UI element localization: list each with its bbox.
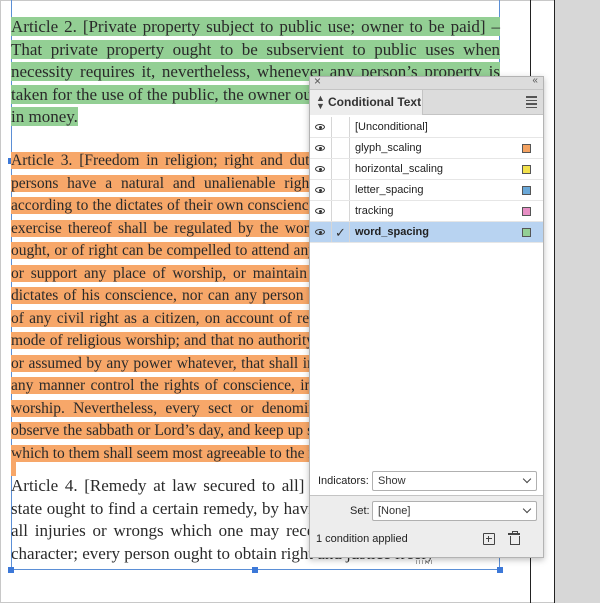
- condition-name: tracking: [355, 205, 394, 217]
- collapse-icon[interactable]: ‹‹: [532, 75, 538, 86]
- eye-icon: [315, 208, 325, 214]
- condition-row[interactable]: [Unconditional]: [310, 117, 543, 138]
- condition-list: [Unconditional] glyph_scaling horizontal_s…: [310, 115, 543, 496]
- panel-title-bar[interactable]: × ‹‹: [310, 74, 543, 90]
- trash-icon[interactable]: [508, 531, 520, 545]
- frame-handle-bottom-right[interactable]: [497, 567, 503, 573]
- eye-icon: [315, 229, 325, 235]
- applied-check-cell[interactable]: [332, 138, 350, 159]
- condition-name: word_spacing: [355, 226, 429, 238]
- condition-row[interactable]: glyph_scaling: [310, 138, 543, 159]
- condition-name: glyph_scaling: [355, 142, 422, 154]
- condition-color-swatch: [522, 144, 531, 153]
- conditional-text-panel: × ‹‹ ▲ ▼ Conditional Text [Unconditional]…: [309, 74, 544, 564]
- new-condition-icon[interactable]: [483, 533, 495, 545]
- tab-toggle-icon[interactable]: ▲ ▼: [316, 94, 325, 111]
- visibility-toggle[interactable]: [310, 138, 332, 159]
- condition-name: [Unconditional]: [355, 121, 428, 133]
- condition-row[interactable]: horizontal_scaling: [310, 159, 543, 180]
- indicators-dropdown[interactable]: Show: [372, 471, 537, 491]
- visibility-toggle[interactable]: [310, 180, 332, 201]
- checkmark-icon: ✓: [335, 225, 346, 240]
- condition-color-swatch: [522, 207, 531, 216]
- eye-icon: [315, 124, 325, 130]
- panel-title: Conditional Text: [328, 95, 422, 109]
- row-divider: [310, 242, 543, 243]
- resize-grip-icon[interactable]: [416, 551, 436, 564]
- eye-icon: [315, 187, 325, 193]
- condition-name: horizontal_scaling: [355, 163, 444, 175]
- visibility-toggle[interactable]: [310, 117, 332, 138]
- indicators-label: Indicators:: [318, 475, 369, 487]
- applied-check-cell[interactable]: [332, 180, 350, 201]
- indicators-value: Show: [378, 475, 406, 487]
- chevron-down-icon: [522, 474, 532, 484]
- condition-row[interactable]: letter_spacing: [310, 180, 543, 201]
- frame-handle-bottom-middle[interactable]: [252, 567, 258, 573]
- condition-row[interactable]: ✓ word_spacing: [310, 222, 543, 243]
- set-value: [None]: [378, 505, 411, 517]
- visibility-toggle[interactable]: [310, 222, 332, 243]
- set-label: Set:: [350, 505, 370, 517]
- applied-check-cell[interactable]: ✓: [332, 222, 350, 243]
- condition-name: letter_spacing: [355, 184, 424, 196]
- frame-handle-bottom-left[interactable]: [8, 567, 14, 573]
- condition-row[interactable]: tracking: [310, 201, 543, 222]
- panel-menu-icon[interactable]: [526, 96, 537, 110]
- paragraph-end-highlight: [11, 456, 16, 476]
- pasteboard-gutter: [554, 0, 600, 603]
- panel-tab-bar: ▲ ▼ Conditional Text: [310, 90, 543, 115]
- set-dropdown[interactable]: [None]: [372, 501, 537, 521]
- eye-icon: [315, 145, 325, 151]
- condition-color-swatch: [522, 186, 531, 195]
- visibility-toggle[interactable]: [310, 201, 332, 222]
- chevron-down-icon: [522, 504, 532, 514]
- condition-color-swatch: [522, 228, 531, 237]
- applied-check-cell[interactable]: [332, 201, 350, 222]
- visibility-toggle[interactable]: [310, 159, 332, 180]
- applied-check-cell[interactable]: [332, 159, 350, 180]
- close-icon[interactable]: ×: [314, 74, 321, 88]
- condition-color-swatch: [522, 165, 531, 174]
- tab-conditional-text[interactable]: ▲ ▼ Conditional Text: [310, 90, 423, 115]
- eye-icon: [315, 166, 325, 172]
- applied-check-cell[interactable]: [332, 117, 350, 138]
- status-text: 1 condition applied: [316, 533, 408, 545]
